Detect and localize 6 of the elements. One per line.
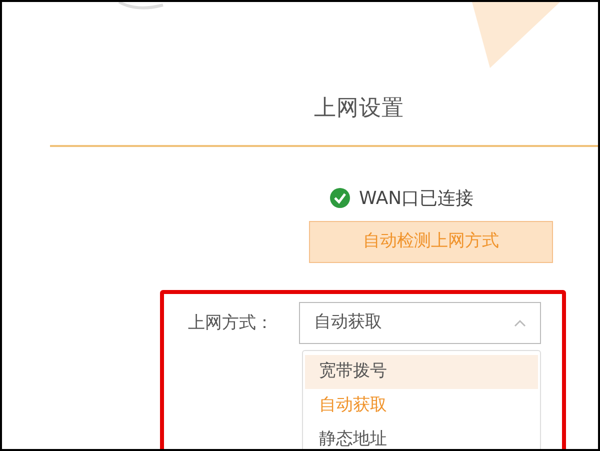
dropdown-option[interactable]: 宽带拨号 bbox=[305, 355, 538, 389]
selected-value: 自动获取 bbox=[314, 311, 382, 334]
status-text: WAN口已连接 bbox=[359, 186, 474, 210]
field-label: 上网方式： bbox=[188, 312, 273, 335]
page-title: 上网设置 bbox=[314, 95, 404, 123]
connection-type-select[interactable]: 自动获取 bbox=[299, 302, 541, 344]
